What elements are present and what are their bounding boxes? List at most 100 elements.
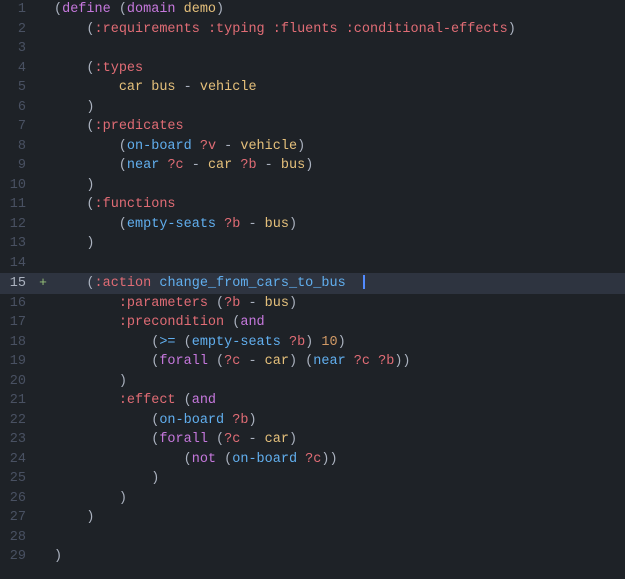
token-dash: - bbox=[240, 432, 264, 447]
code-content: (:functions bbox=[50, 195, 176, 215]
token-dash: - bbox=[257, 158, 281, 173]
token-var: ?c bbox=[224, 354, 240, 369]
line-plus-indicator: + bbox=[36, 273, 50, 293]
code-content: (on-board ?v - vehicle) bbox=[50, 137, 305, 157]
token-paren: ( bbox=[54, 413, 159, 428]
token-pred-name: on-board bbox=[159, 413, 224, 428]
token-paren: ( bbox=[176, 335, 192, 350]
text-cursor bbox=[363, 275, 365, 289]
token-paren: ) bbox=[54, 549, 62, 564]
code-line: 6 ) bbox=[0, 98, 625, 118]
token-paren: ( bbox=[208, 296, 224, 311]
token-pred-name: empty-seats bbox=[127, 217, 216, 232]
line-number: 3 bbox=[0, 39, 36, 59]
code-content: (forall (?c - car) (near ?c ?b)) bbox=[50, 352, 411, 372]
token-var: ?b bbox=[378, 354, 394, 369]
token-type-name: car bbox=[265, 432, 289, 447]
token-var: ?b bbox=[232, 413, 248, 428]
code-content: (near ?c - car ?b - bus) bbox=[50, 156, 313, 176]
token-kw-req: :parameters bbox=[119, 296, 208, 311]
token-paren: ( bbox=[54, 197, 95, 212]
code-line: 27 ) bbox=[0, 508, 625, 528]
token-plain bbox=[346, 354, 354, 369]
line-number: 26 bbox=[0, 489, 36, 509]
token-plain bbox=[54, 471, 151, 486]
token-plain bbox=[54, 491, 119, 506]
line-number: 4 bbox=[0, 59, 36, 79]
token-paren: ) bbox=[86, 100, 94, 115]
token-paren: ) bbox=[289, 217, 297, 232]
token-dash: - bbox=[216, 139, 240, 154]
code-content: (define (domain demo) bbox=[50, 0, 224, 20]
code-content: (:requirements :typing :fluents :conditi… bbox=[50, 20, 516, 40]
code-line: 19 (forall (?c - car) (near ?c ?b)) bbox=[0, 352, 625, 372]
code-content: ) bbox=[50, 489, 127, 509]
token-plain bbox=[265, 22, 273, 37]
token-kw-req: :action bbox=[95, 276, 152, 291]
token-var: ?c bbox=[354, 354, 370, 369]
line-number: 27 bbox=[0, 508, 36, 528]
token-var: ?b bbox=[289, 335, 305, 350]
token-paren: ( bbox=[208, 354, 224, 369]
token-kw-req: :effect bbox=[119, 393, 176, 408]
token-var: ?v bbox=[200, 139, 216, 154]
token-plain bbox=[54, 393, 119, 408]
token-dash: - bbox=[240, 217, 264, 232]
token-kw-req: :conditional-effects bbox=[346, 22, 508, 37]
token-logic-kw: not bbox=[192, 452, 216, 467]
token-type-name: bus bbox=[281, 158, 305, 173]
token-paren: ) bbox=[305, 158, 313, 173]
token-paren: ( bbox=[54, 335, 159, 350]
code-content: (on-board ?b) bbox=[50, 411, 257, 431]
code-line: 13 ) bbox=[0, 234, 625, 254]
code-line: 20 ) bbox=[0, 372, 625, 392]
token-plain bbox=[297, 452, 305, 467]
line-number: 25 bbox=[0, 469, 36, 489]
code-line: 24 (not (on-board ?c)) bbox=[0, 450, 625, 470]
token-kw-req: :types bbox=[95, 61, 144, 76]
token-plain bbox=[216, 217, 224, 232]
token-paren: ( bbox=[54, 452, 192, 467]
line-number: 29 bbox=[0, 547, 36, 567]
token-paren: ( bbox=[54, 2, 62, 17]
token-type-name: bus bbox=[265, 217, 289, 232]
token-action-name: change_from_cars_to_bus bbox=[159, 276, 345, 291]
token-plain bbox=[192, 139, 200, 154]
token-kw-define: define bbox=[62, 2, 111, 17]
token-paren: ) bbox=[216, 2, 224, 17]
token-plain bbox=[54, 100, 86, 115]
token-paren: ) bbox=[297, 139, 305, 154]
line-number: 22 bbox=[0, 411, 36, 431]
code-line: 12 (empty-seats ?b - bus) bbox=[0, 215, 625, 235]
line-number: 9 bbox=[0, 156, 36, 176]
token-paren: ) ( bbox=[289, 354, 313, 369]
code-content: ) bbox=[50, 176, 95, 196]
token-type-name: car bbox=[119, 80, 143, 95]
token-plain bbox=[54, 374, 119, 389]
line-number: 19 bbox=[0, 352, 36, 372]
token-var: ?b bbox=[224, 217, 240, 232]
token-var: ?b bbox=[224, 296, 240, 311]
line-number: 23 bbox=[0, 430, 36, 450]
token-logic-kw: forall bbox=[159, 432, 208, 447]
token-plain bbox=[338, 22, 346, 37]
token-paren: ) bbox=[248, 413, 256, 428]
code-line: 7 (:predicates bbox=[0, 117, 625, 137]
code-line: 15+ (:action change_from_cars_to_bus bbox=[0, 273, 625, 294]
token-var: ?c bbox=[167, 158, 183, 173]
token-paren: ) bbox=[305, 335, 321, 350]
code-line: 1(define (domain demo) bbox=[0, 0, 625, 20]
code-line: 8 (on-board ?v - vehicle) bbox=[0, 137, 625, 157]
token-dash: - bbox=[184, 158, 208, 173]
code-line: 5 car bus - vehicle bbox=[0, 78, 625, 98]
token-pred-name: near bbox=[313, 354, 345, 369]
token-paren: ( bbox=[54, 354, 159, 369]
token-paren: ) bbox=[119, 374, 127, 389]
code-line: 22 (on-board ?b) bbox=[0, 411, 625, 431]
line-number: 2 bbox=[0, 20, 36, 40]
token-kw-req: :fluents bbox=[273, 22, 338, 37]
code-line: 29) bbox=[0, 547, 625, 567]
code-content: (not (on-board ?c)) bbox=[50, 450, 338, 470]
line-number: 8 bbox=[0, 137, 36, 157]
code-line: 10 ) bbox=[0, 176, 625, 196]
